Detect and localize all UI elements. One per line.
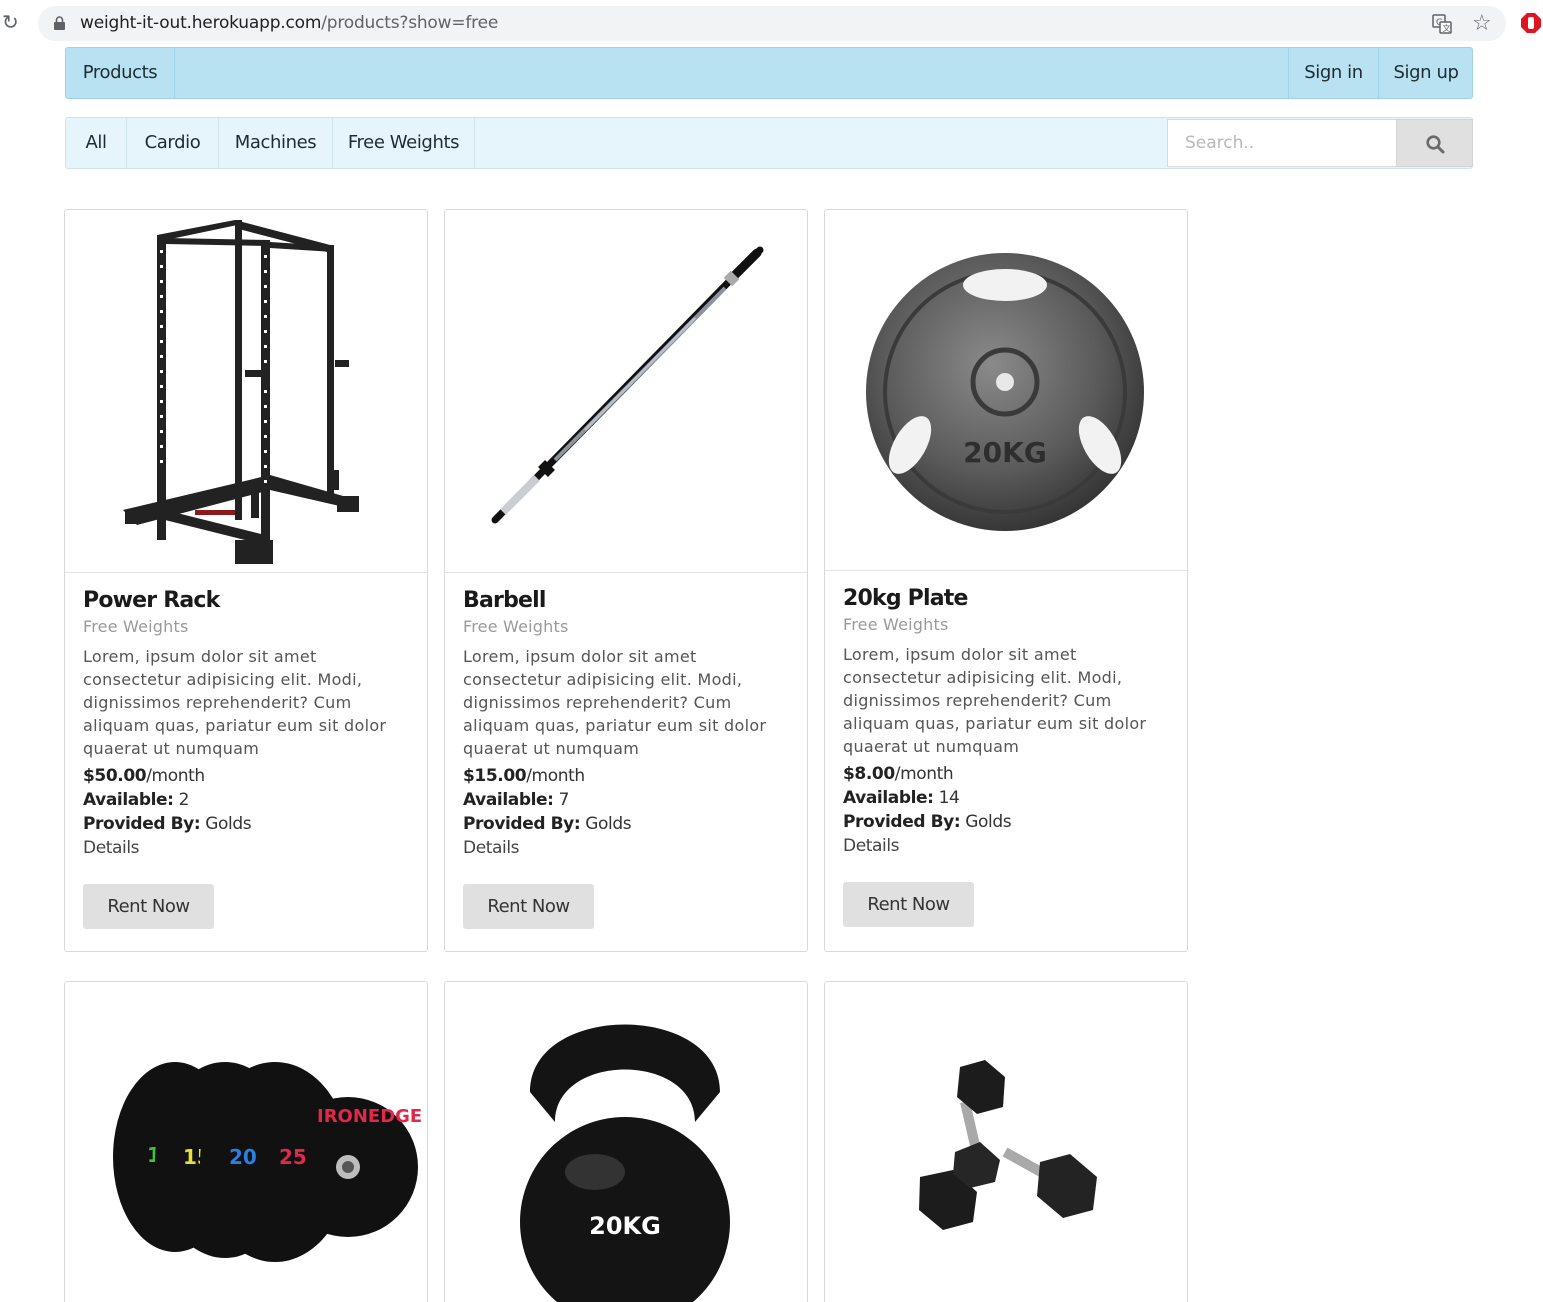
url-text: weight-it-out.herokuapp.com/products?sho… (80, 13, 498, 33)
bumper-plates-image: 10 15 20 25 IRONEDGE (113, 1062, 422, 1262)
product-price: $50.00/month (83, 764, 413, 788)
product-name: Power Rack (83, 588, 220, 613)
nav-products-link[interactable]: Products (66, 48, 175, 98)
bumper-plate-brand: IRONEDGE (317, 1106, 422, 1127)
price-value: $8.00 (843, 764, 895, 784)
svg-text:25: 25 (279, 1145, 307, 1169)
url-path: /products?show=free (321, 13, 499, 33)
reload-icon[interactable]: ↻ (2, 12, 24, 34)
bookmark-star-icon[interactable]: ☆ (1472, 11, 1492, 35)
price-unit: /month (526, 766, 585, 786)
provider-value: Golds (585, 814, 632, 834)
details-link[interactable]: Details (83, 836, 413, 860)
product-description: Lorem, ipsum dolor sit amet consectetur … (83, 647, 387, 758)
filter-machines[interactable]: Machines (219, 118, 333, 168)
product-category: Free Weights (843, 615, 949, 634)
rent-now-button[interactable]: Rent Now (463, 884, 594, 929)
product-availability: Available: 2 (83, 788, 413, 812)
lock-icon (54, 16, 65, 30)
product-card: Barbell Free Weights Lorem, ipsum dolor … (444, 209, 808, 952)
product-card: 10 15 20 25 IRONEDGE (64, 981, 428, 1302)
product-price: $8.00/month (843, 762, 1173, 786)
filter-free-weights[interactable]: Free Weights (333, 118, 475, 168)
provided-by-label: Provided By: (843, 812, 961, 832)
price-unit: /month (894, 764, 954, 784)
product-provider: Provided By: Golds (843, 810, 1173, 834)
svg-text:20: 20 (229, 1145, 257, 1169)
available-label: Available: (463, 790, 554, 810)
product-provider: Provided By: Golds (463, 812, 793, 836)
product-availability: Available: 7 (463, 788, 793, 812)
product-card: 20KG 20kg Plate Free Weights Lorem, ipsu… (824, 209, 1188, 952)
dumbbells-image (919, 1060, 1097, 1230)
product-availability: Available: 14 (843, 786, 1173, 810)
product-image (445, 210, 807, 573)
price-value: $15.00 (463, 766, 527, 786)
product-name: 20kg Plate (843, 586, 968, 611)
top-navbar: Products Sign in Sign up (65, 47, 1473, 99)
power-rack-image (123, 220, 359, 564)
kettlebell-image: 20KG (520, 1024, 730, 1302)
rent-now-button[interactable]: Rent Now (83, 884, 214, 929)
product-image (825, 982, 1187, 1302)
search-icon (1426, 135, 1445, 154)
search-button[interactable] (1396, 119, 1473, 167)
product-category: Free Weights (463, 617, 569, 636)
product-card-body: Barbell Free Weights Lorem, ipsum dolor … (463, 587, 793, 929)
price-unit: /month (146, 766, 205, 786)
rent-now-button[interactable]: Rent Now (843, 882, 974, 927)
product-card: 20KG (444, 981, 808, 1302)
product-image: 10 15 20 25 IRONEDGE (65, 982, 427, 1302)
svg-text:文: 文 (1443, 23, 1451, 33)
product-provider: Provided By: Golds (83, 812, 413, 836)
filter-all[interactable]: All (66, 118, 127, 168)
product-card: Power Rack Free Weights Lorem, ipsum dol… (64, 209, 428, 952)
filter-cardio[interactable]: Cardio (127, 118, 219, 168)
product-image (65, 210, 427, 573)
product-category: Free Weights (83, 617, 189, 636)
provided-by-label: Provided By: (83, 814, 201, 834)
product-description: Lorem, ipsum dolor sit amet consectetur … (843, 645, 1147, 756)
product-description: Lorem, ipsum dolor sit amet consectetur … (463, 647, 767, 758)
provider-value: Golds (205, 814, 252, 834)
weight-plate-image: 20KG (866, 253, 1144, 531)
product-image: 20KG (445, 982, 807, 1302)
provided-by-label: Provided By: (463, 814, 581, 834)
product-card-body: Power Rack Free Weights Lorem, ipsum dol… (83, 587, 413, 929)
price-value: $50.00 (83, 766, 147, 786)
kettlebell-label: 20KG (589, 1212, 661, 1240)
product-card (824, 981, 1188, 1302)
nav-sign-in-link[interactable]: Sign in (1288, 48, 1378, 98)
available-value: 7 (558, 790, 570, 810)
details-link[interactable]: Details (463, 836, 793, 860)
available-label: Available: (83, 790, 174, 810)
search-input[interactable] (1167, 119, 1397, 167)
barbell-image (491, 246, 764, 524)
category-filter-bar: All Cardio Machines Free Weights (65, 117, 1473, 169)
plate-label: 20KG (963, 436, 1047, 469)
available-value: 14 (938, 788, 960, 808)
extension-icon[interactable] (1520, 12, 1542, 34)
product-card-body: 20kg Plate Free Weights Lorem, ipsum dol… (843, 585, 1173, 927)
available-label: Available: (843, 788, 934, 808)
browser-toolbar: ↻ weight-it-out.herokuapp.com/products?s… (0, 0, 1543, 46)
product-name: Barbell (463, 588, 546, 613)
url-host: weight-it-out.herokuapp.com (80, 13, 322, 33)
available-value: 2 (178, 790, 190, 810)
product-price: $15.00/month (463, 764, 793, 788)
translate-icon[interactable]: G 文 (1432, 14, 1452, 34)
nav-sign-up-link[interactable]: Sign up (1378, 48, 1473, 98)
details-link[interactable]: Details (843, 834, 1173, 858)
product-image: 20KG (825, 210, 1187, 571)
provider-value: Golds (965, 812, 1012, 832)
address-bar[interactable]: weight-it-out.herokuapp.com/products?sho… (38, 6, 1506, 41)
